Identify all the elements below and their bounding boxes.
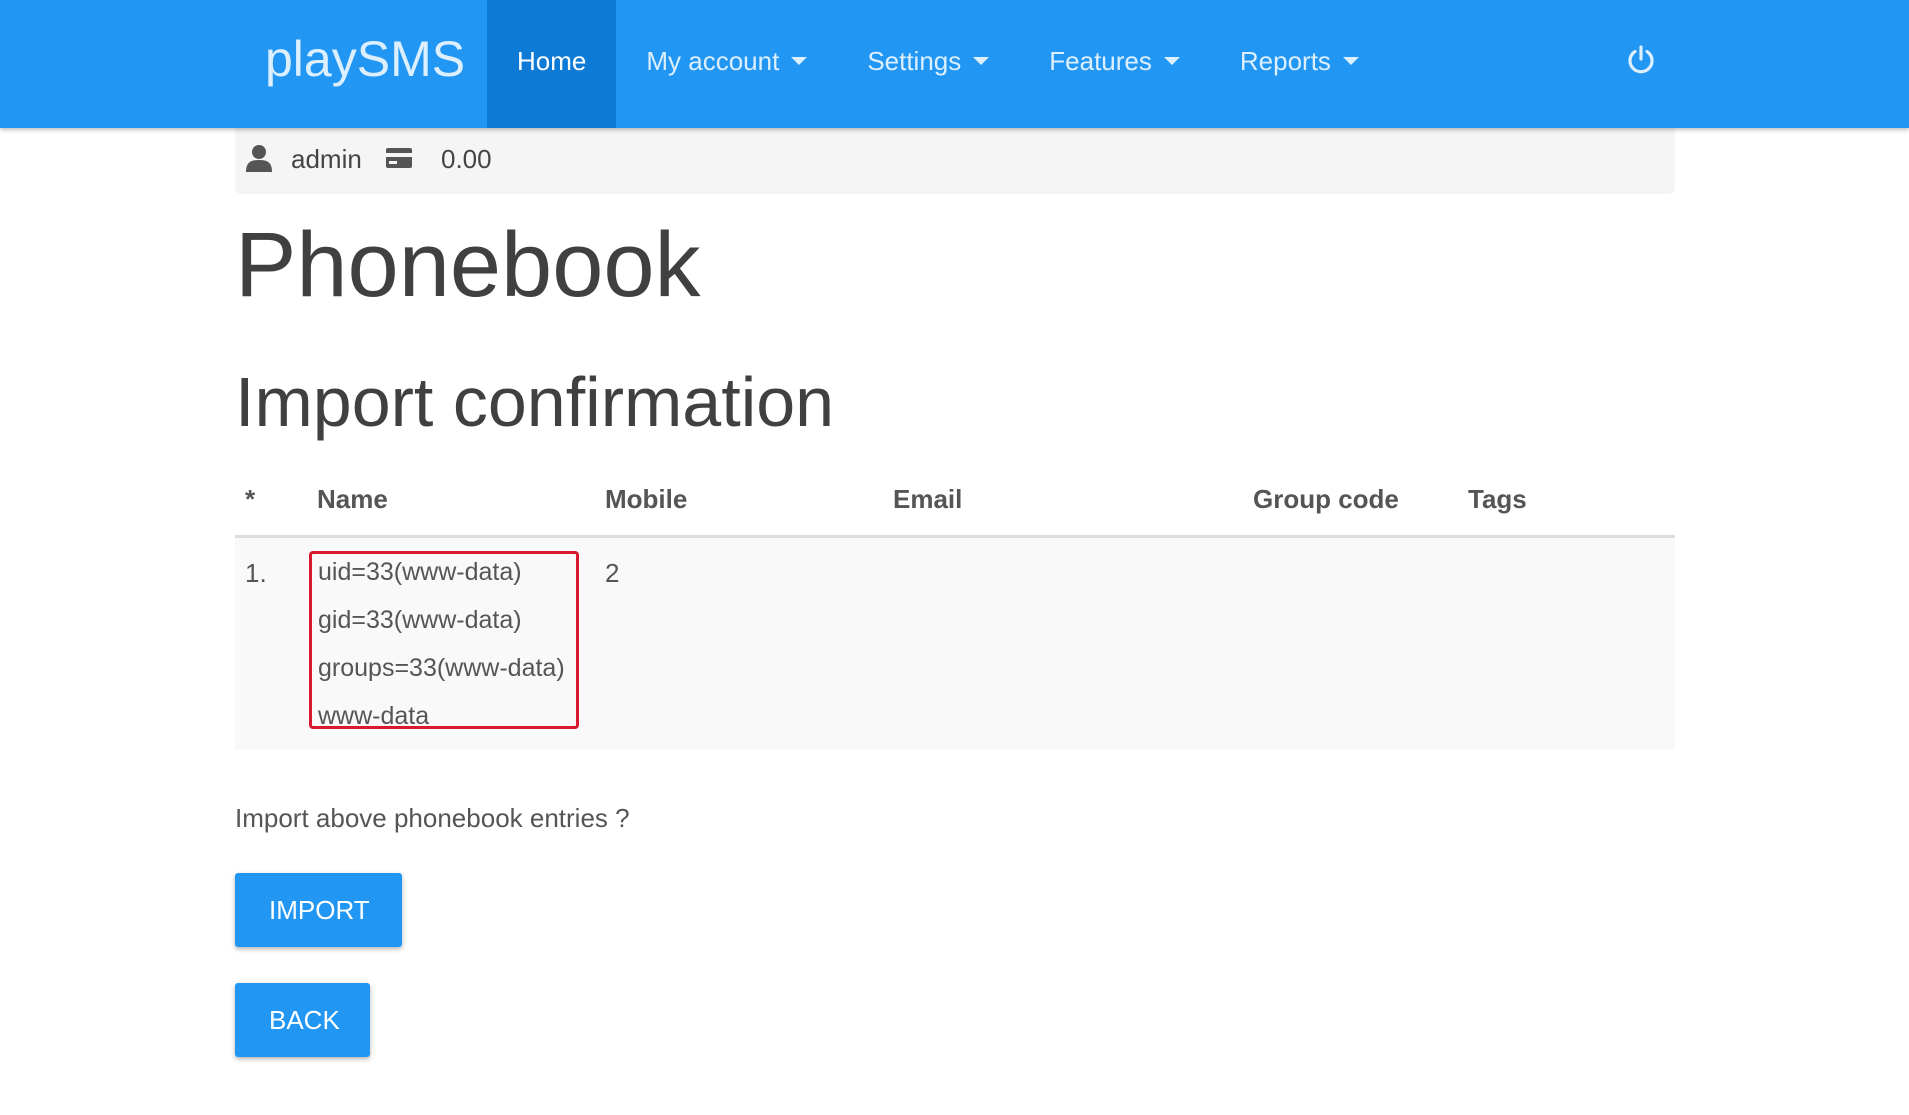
brand-logo[interactable]: playSMS [265,0,465,128]
nav-label: Settings [867,46,962,76]
top-navbar: playSMS Home My account Settings Feature… [0,0,1909,128]
nav-label: Reports [1239,46,1331,76]
main-nav: Home My account Settings Features Report… [487,0,1389,128]
user-icon [246,145,272,172]
nav-item-my-account[interactable]: My account [616,0,837,128]
name-line: uid=33(www-data) [318,558,522,586]
column-header-group-code: Group code [1253,484,1399,514]
column-header-mobile: Mobile [605,484,688,514]
column-header-tags: Tags [1468,484,1527,514]
name-line: groups=33(www-data) [318,654,565,682]
import-preview-table: * Name Mobile Email Group code Tags 1. u… [235,470,1675,750]
caret-down-icon [973,57,990,66]
name-line: www-data [318,702,430,730]
import-prompt: Import above phonebook entries ? [235,803,630,833]
power-icon[interactable] [1625,44,1657,76]
column-header-email: Email [893,484,963,514]
column-header-name: Name [317,484,388,514]
caret-down-icon [791,57,808,66]
nav-item-features[interactable]: Features [1019,0,1210,128]
caret-down-icon [1163,57,1180,66]
table-header: * Name Mobile Email Group code Tags [235,470,1675,538]
credit-balance: 0.00 [441,144,492,174]
mobile-cell: 2 [605,558,620,588]
nav-item-settings[interactable]: Settings [837,0,1019,128]
back-button[interactable]: BACK [235,983,370,1057]
import-button[interactable]: IMPORT [235,873,402,947]
name-cell-highlight: uid=33(www-data) gid=33(www-data) groups… [309,551,579,730]
page-title: Phonebook [235,214,701,316]
nav-item-home[interactable]: Home [487,0,617,128]
nav-label: Features [1049,46,1152,76]
credit-card-icon [386,148,412,168]
column-header-index: * [245,484,256,514]
nav-item-reports[interactable]: Reports [1210,0,1389,128]
row-index: 1. [245,558,267,588]
nav-label: My account [646,46,780,76]
username: admin [291,144,362,174]
table-row: 1. uid=33(www-data) gid=33(www-data) gro… [235,538,1675,750]
name-line: gid=33(www-data) [318,606,522,634]
section-title: Import confirmation [235,363,835,441]
nav-label: Home [517,46,587,76]
user-info-bar: admin 0.00 [235,128,1675,194]
caret-down-icon [1342,57,1359,66]
